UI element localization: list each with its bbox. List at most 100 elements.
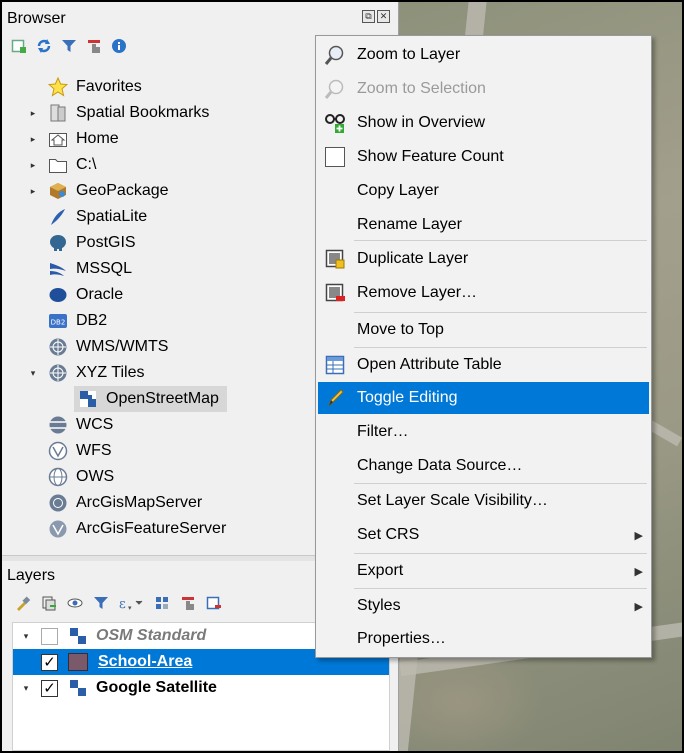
menu-item-zoom-to-selection[interactable]: Zoom to Selection: [318, 73, 649, 105]
menu-item-rename-layer[interactable]: Rename Layer: [318, 209, 649, 241]
menu-separator: [354, 553, 647, 554]
expand-all-icon[interactable]: [153, 594, 170, 611]
menu-item-change-data-source[interactable]: Change Data Source…: [318, 450, 649, 482]
svg-text:▾: ▾: [128, 604, 132, 611]
browser-item-label: WCS: [76, 416, 114, 433]
browser-item-c-drive[interactable]: ▸ C:\: [26, 152, 96, 178]
menu-item-filter[interactable]: Filter…: [318, 416, 649, 448]
menu-item-label: Properties…: [357, 630, 446, 647]
menu-item-open-attribute-table[interactable]: Open Attribute Table: [318, 349, 649, 381]
layer-label: OSM Standard: [96, 627, 207, 644]
menu-item-set-layer-scale-visibility[interactable]: Set Layer Scale Visibility…: [318, 485, 649, 517]
xyz-tile-icon: [68, 678, 88, 698]
polygon-symbol-swatch: [68, 653, 88, 671]
browser-item-home[interactable]: ▸ Home: [26, 126, 119, 152]
menu-item-label: Set CRS: [357, 526, 420, 543]
menu-item-show-in-overview[interactable]: Show in Overview: [318, 107, 649, 139]
menu-item-duplicate-layer[interactable]: Duplicate Layer: [318, 243, 649, 275]
browser-item-mssql[interactable]: MSSQL: [26, 256, 132, 282]
menu-item-copy-layer[interactable]: Copy Layer: [318, 175, 649, 207]
browser-item-arcgismapserver[interactable]: ArcGisMapServer: [26, 490, 202, 516]
browser-item-oracle[interactable]: Oracle: [26, 282, 123, 308]
browser-item-wfs[interactable]: WFS: [26, 438, 112, 464]
browser-item-spatialite[interactable]: SpatiaLite: [26, 204, 147, 230]
expression-filter-icon[interactable]: ε ▾: [118, 594, 144, 611]
browser-toolbar: [10, 37, 127, 54]
style-icon[interactable]: [14, 594, 31, 611]
layer-context-menu: Zoom to Layer Zoom to Selection Show in …: [315, 35, 652, 658]
browser-item-ows[interactable]: OWS: [26, 464, 114, 490]
filter-legend-icon[interactable]: [92, 594, 109, 611]
duplicate-layer-icon: [324, 248, 346, 270]
arcgis-feature-icon: [48, 519, 68, 539]
menu-item-show-feature-count[interactable]: Show Feature Count: [318, 141, 649, 173]
browser-item-wms-wmts[interactable]: WMS/WMTS: [26, 334, 168, 360]
submenu-arrow-icon: ▶: [634, 565, 643, 578]
browser-item-arcgisfeatureserver[interactable]: ArcGisFeatureServer: [26, 516, 226, 542]
menu-item-set-crs[interactable]: Set CRS ▶: [318, 519, 649, 551]
menu-item-export[interactable]: Export ▶: [318, 555, 649, 587]
menu-item-toggle-editing[interactable]: Toggle Editing: [318, 382, 649, 414]
menu-item-move-to-top[interactable]: Move to Top: [318, 314, 649, 346]
add-group-icon[interactable]: [40, 594, 57, 611]
zoom-layer-icon: [324, 44, 346, 66]
browser-item-wcs[interactable]: WCS: [26, 412, 113, 438]
menu-item-properties[interactable]: Properties…: [318, 623, 649, 655]
menu-separator: [354, 312, 647, 313]
browser-item-xyz-tiles[interactable]: ▾ XYZ Tiles: [26, 360, 144, 386]
menu-item-label: Show Feature Count: [357, 148, 504, 165]
manage-visibility-icon[interactable]: [66, 594, 83, 611]
layer-visibility-checkbox[interactable]: ✓: [41, 679, 58, 697]
expand-arrow[interactable]: ▸: [26, 108, 40, 119]
expand-arrow[interactable]: ▸: [26, 160, 40, 171]
browser-item-postgis[interactable]: PostGIS: [26, 230, 136, 256]
browser-item-label: XYZ Tiles: [76, 364, 145, 381]
db2-icon: DB2: [48, 311, 68, 331]
attribute-table-icon: [324, 354, 346, 376]
remove-layer-icon[interactable]: [205, 594, 222, 611]
float-panel-button[interactable]: ⧉: [362, 10, 375, 23]
wcs-globe-icon: [48, 415, 68, 435]
collapse-all-icon[interactable]: [179, 594, 196, 611]
menu-separator: [354, 347, 647, 348]
browser-item-spatial-bookmarks[interactable]: ▸ Spatial Bookmarks: [26, 100, 209, 126]
browser-item-openstreetmap[interactable]: OpenStreetMap: [74, 386, 227, 412]
layer-visibility-checkbox[interactable]: [41, 627, 58, 645]
menu-item-label: Copy Layer: [357, 182, 439, 199]
menu-item-zoom-to-layer[interactable]: Zoom to Layer: [318, 39, 649, 71]
filter-icon[interactable]: [60, 37, 77, 54]
browser-item-label: WMS/WMTS: [76, 338, 169, 355]
browser-item-db2[interactable]: DB2 DB2: [26, 308, 107, 334]
layers-panel-title: Layers: [7, 567, 56, 584]
expand-arrow[interactable]: ▸: [26, 186, 40, 197]
xyz-tile-icon: [68, 626, 88, 646]
browser-item-label: Home: [76, 130, 119, 147]
refresh-icon[interactable]: [35, 37, 52, 54]
mssql-icon: [48, 259, 68, 279]
expand-arrow[interactable]: ▸: [26, 134, 40, 145]
browser-item-label: Spatial Bookmarks: [76, 104, 210, 121]
menu-item-label: Change Data Source…: [357, 457, 523, 474]
browser-item-geopackage[interactable]: ▸ GeoPackage: [26, 178, 169, 204]
menu-item-label: Filter…: [357, 423, 409, 440]
layer-row-google-satellite[interactable]: ▾ ✓ Google Satellite: [13, 675, 389, 701]
browser-item-favorites[interactable]: Favorites: [26, 74, 142, 100]
layer-visibility-checkbox[interactable]: ✓: [41, 653, 58, 671]
layer-label: Google Satellite: [96, 679, 217, 696]
browser-item-label: OpenStreetMap: [106, 390, 219, 407]
menu-item-styles[interactable]: Styles ▶: [318, 590, 649, 622]
home-folder-icon: [48, 129, 68, 149]
menu-item-remove-layer[interactable]: Remove Layer…: [318, 277, 649, 309]
expand-arrow[interactable]: ▾: [26, 368, 40, 379]
menu-separator: [354, 240, 647, 241]
bookmark-icon: [48, 103, 68, 123]
add-layer-icon[interactable]: [10, 37, 27, 54]
browser-item-label: MSSQL: [76, 260, 133, 277]
collapse-all-icon[interactable]: [85, 37, 102, 54]
info-icon[interactable]: [110, 37, 127, 54]
expand-arrow[interactable]: ▾: [19, 683, 33, 694]
close-panel-button[interactable]: ✕: [377, 10, 390, 23]
menu-item-label: Remove Layer…: [357, 284, 478, 301]
feature-count-checkbox[interactable]: [324, 146, 346, 168]
expand-arrow[interactable]: ▾: [19, 631, 33, 642]
